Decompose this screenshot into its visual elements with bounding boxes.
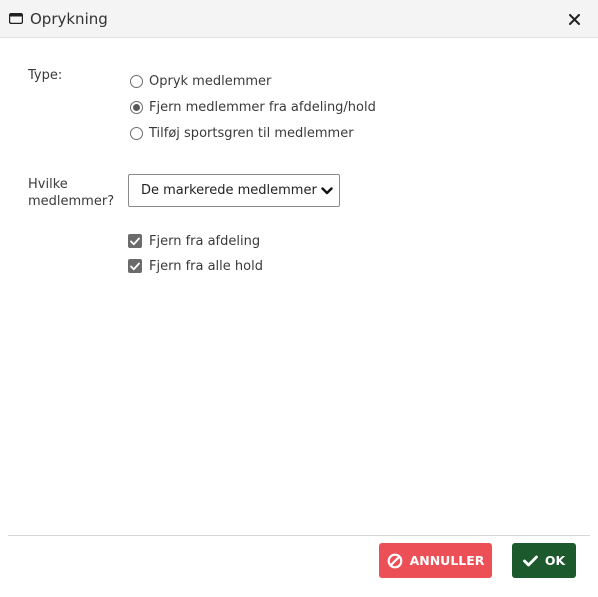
checkbox-label: Fjern fra afdeling [149,233,261,249]
radio-label: Tilføj sportsgren til medlemmer [149,125,354,141]
window-icon [9,13,23,24]
radio-option-fjern[interactable]: Fjern medlemmer fra afdeling/hold [130,98,376,116]
ok-button-label: OK [544,553,566,568]
chevron-down-icon [321,187,333,195]
dialog-title: Oprykning [30,10,108,28]
ok-button[interactable]: OK [512,543,576,578]
checkbox-label: Fjern fra alle hold [149,258,263,274]
radio-button[interactable] [130,74,143,88]
members-label-line2: medlemmer? [28,194,115,209]
radio-label: Fjern medlemmer fra afdeling/hold [149,99,376,115]
oprykning-dialog: Oprykning Type: Opryk medlemmer Fjern me… [0,0,598,597]
check-icon [130,262,140,270]
radio-button[interactable] [130,126,143,140]
checkbox-remove-department[interactable]: Fjern fra afdeling [128,232,260,250]
checkbox[interactable] [128,259,142,273]
footer-divider [8,535,590,536]
cancel-button-label: ANNULLER [409,553,485,568]
cancel-button[interactable]: ANNULLER [379,543,492,578]
check-icon [130,237,140,245]
members-select-value: De markerede medlemmer [141,183,317,198]
checkbox-remove-all-teams[interactable]: Fjern fra alle hold [128,257,263,275]
dialog-header: Oprykning [0,0,598,38]
members-select[interactable]: De markerede medlemmer [128,174,340,207]
checkbox[interactable] [128,234,142,248]
close-icon [568,13,580,25]
ban-icon [387,553,403,569]
radio-label: Opryk medlemmer [149,73,272,89]
radio-option-tilfoej[interactable]: Tilføj sportsgren til medlemmer [130,124,354,142]
radio-button-selected[interactable] [130,100,143,114]
type-label: Type: [28,68,63,83]
members-label: Hvilke medlemmer? [28,176,114,210]
check-icon [522,555,538,567]
members-label-line1: Hvilke [28,177,68,192]
close-button[interactable] [563,8,585,30]
radio-option-opryk[interactable]: Opryk medlemmer [130,72,271,90]
